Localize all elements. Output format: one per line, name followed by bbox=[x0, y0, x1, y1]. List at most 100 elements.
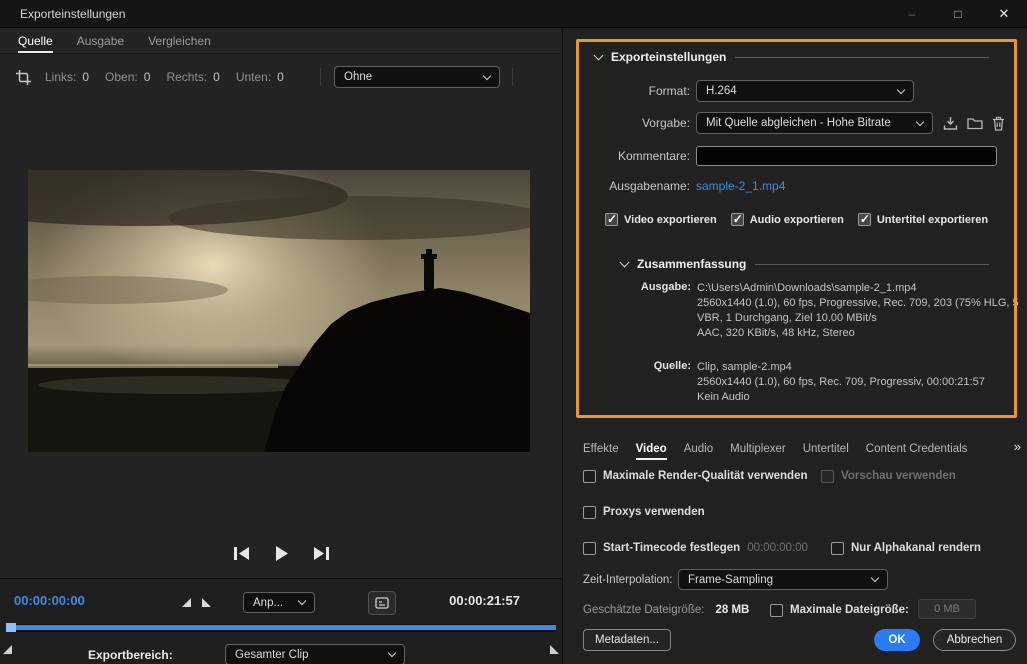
wrench-icon bbox=[375, 597, 389, 609]
max-render-quality-checkbox[interactable] bbox=[583, 469, 596, 483]
tab-ausgabe[interactable]: Ausgabe bbox=[77, 28, 124, 53]
summary-section-header[interactable]: Zusammenfassung bbox=[619, 257, 989, 271]
timeline-left-handle-icon[interactable] bbox=[3, 645, 12, 654]
comments-row: Kommentare: bbox=[563, 146, 1013, 166]
comments-input[interactable] bbox=[696, 146, 997, 166]
comments-label: Kommentare: bbox=[617, 149, 690, 163]
time-interpolation-dropdown[interactable]: Frame-Sampling bbox=[678, 569, 888, 590]
format-label: Format: bbox=[648, 84, 690, 98]
export-settings-section-header[interactable]: Exporteinstellungen bbox=[593, 50, 989, 64]
max-file-size-checkbox[interactable] bbox=[770, 603, 783, 617]
step-back-button[interactable] bbox=[232, 546, 251, 561]
summary-source-block: Quelle: Clip, sample-2.mp4 2560x1440 (1.… bbox=[563, 360, 1019, 405]
chevron-down-icon bbox=[896, 85, 906, 94]
checkbox-checked-icon bbox=[857, 212, 871, 226]
save-preset-icon[interactable] bbox=[943, 116, 958, 131]
export-video-checkbox[interactable]: Video exportieren bbox=[605, 212, 717, 226]
minimize-button[interactable]: – bbox=[889, 0, 935, 27]
tab-untertitel[interactable]: Untertitel bbox=[803, 437, 849, 461]
export-toggle-row: Video exportieren Audio exportieren Unte… bbox=[605, 212, 988, 226]
chevron-down-icon bbox=[619, 257, 630, 267]
window-title: Exporteinstellungen bbox=[20, 6, 126, 21]
transport-controls bbox=[0, 545, 562, 562]
max-file-size-group: Maximale Dateigröße: bbox=[770, 603, 909, 617]
summary-source-line: Kein Audio bbox=[697, 391, 750, 403]
import-preset-folder-icon[interactable] bbox=[967, 116, 983, 130]
tab-multiplexer[interactable]: Multiplexer bbox=[730, 437, 786, 461]
set-out-point-icon[interactable] bbox=[202, 598, 211, 607]
alpha-only-group: Nur Alphakanal rendern bbox=[831, 541, 981, 555]
output-name-row: Ausgabename: sample-2_1.mp4 bbox=[563, 179, 1013, 193]
file-size-row: Geschätzte Dateigröße: 28 MB Maximale Da… bbox=[583, 599, 1015, 619]
timeline-range-bar[interactable] bbox=[6, 625, 556, 630]
crop-bottom-field[interactable]: Unten: 0 bbox=[236, 70, 284, 84]
cancel-button[interactable]: Abbrechen bbox=[933, 629, 1016, 651]
time-interpolation-row: Zeit-Interpolation: Frame-Sampling bbox=[583, 569, 1015, 590]
format-row: Format: H.264 bbox=[563, 80, 1013, 102]
export-range-dropdown[interactable]: Gesamter Clip bbox=[225, 644, 405, 664]
preview-frame-image bbox=[28, 170, 530, 452]
use-proxies-checkbox[interactable] bbox=[583, 505, 596, 519]
summary-output-line: C:\Users\Admin\Downloads\sample-2_1.mp4 bbox=[697, 282, 917, 294]
preset-label: Vorgabe: bbox=[641, 116, 690, 130]
window-controls: – □ ✕ bbox=[889, 0, 1027, 27]
preset-dropdown[interactable]: Mit Quelle abgleichen - Hohe Bitrate bbox=[696, 112, 933, 134]
timeline-right-handle-icon[interactable] bbox=[550, 645, 559, 654]
start-timecode-row: Start-Timecode festlegen 00:00:00:00 Nur… bbox=[583, 540, 1015, 556]
footer-buttons-row: Metadaten... OK Abbrechen bbox=[583, 629, 1016, 653]
timeline-bar: 00:00:00:00 Anp... 00:00:21:57 Exportber… bbox=[0, 578, 562, 664]
maximize-button[interactable]: □ bbox=[935, 0, 981, 27]
divider bbox=[320, 68, 321, 86]
tab-effekte[interactable]: Effekte bbox=[583, 437, 619, 461]
time-interpolation-label: Zeit-Interpolation: bbox=[583, 574, 673, 586]
divider bbox=[512, 68, 513, 86]
crop-toolbar: Links: 0 Oben: 0 Rechts: 0 Unten: 0 Ohne bbox=[0, 60, 562, 94]
play-button[interactable] bbox=[273, 545, 290, 562]
tab-quelle[interactable]: Quelle bbox=[18, 28, 53, 53]
close-button[interactable]: ✕ bbox=[981, 0, 1027, 27]
chevron-down-icon bbox=[387, 648, 397, 658]
format-dropdown[interactable]: H.264 bbox=[696, 80, 914, 102]
titlebar: Exporteinstellungen – □ ✕ bbox=[0, 0, 1027, 28]
tab-audio[interactable]: Audio bbox=[684, 437, 713, 461]
crop-right-field[interactable]: Rechts: 0 bbox=[166, 70, 219, 84]
delete-preset-trash-icon[interactable] bbox=[992, 116, 1005, 131]
set-start-timecode-checkbox[interactable] bbox=[583, 541, 596, 555]
output-name-label: Ausgabename: bbox=[609, 179, 690, 193]
export-captions-checkbox[interactable]: Untertitel exportieren bbox=[857, 212, 988, 226]
crop-left-field[interactable]: Links: 0 bbox=[45, 70, 89, 84]
tab-video[interactable]: Video bbox=[635, 437, 667, 461]
summary-source-label: Quelle: bbox=[653, 360, 691, 372]
summary-source-line: 2560x1440 (1.0), 60 fps, Rec. 709, Progr… bbox=[697, 376, 985, 388]
current-timecode[interactable]: 00:00:00:00 bbox=[14, 593, 85, 608]
crop-top-field[interactable]: Oben: 0 bbox=[105, 70, 150, 84]
render-alpha-only-checkbox[interactable] bbox=[831, 541, 844, 555]
source-panel: Quelle Ausgabe Vergleichen Links: 0 Oben… bbox=[0, 28, 562, 664]
zoom-level-dropdown[interactable]: Anp... bbox=[243, 592, 315, 613]
divider bbox=[755, 263, 989, 265]
tab-content-credentials[interactable]: Content Credentials bbox=[866, 437, 968, 461]
set-in-point-icon[interactable] bbox=[182, 598, 191, 607]
video-preview bbox=[28, 170, 530, 452]
ok-button[interactable]: OK bbox=[874, 629, 920, 651]
duration-timecode: 00:00:21:57 bbox=[449, 593, 520, 608]
playback-settings-button[interactable] bbox=[368, 591, 396, 615]
metadata-button[interactable]: Metadaten... bbox=[583, 629, 671, 651]
tab-vergleichen[interactable]: Vergleichen bbox=[148, 28, 211, 53]
crop-preset-dropdown[interactable]: Ohne bbox=[334, 66, 500, 88]
estimated-size-label: Geschätzte Dateigröße: bbox=[583, 604, 705, 616]
step-forward-button[interactable] bbox=[312, 546, 331, 561]
proxies-row: Proxys verwenden bbox=[583, 504, 1015, 520]
crop-icon[interactable] bbox=[16, 69, 31, 85]
summary-output-block: Ausgabe: C:\Users\Admin\Downloads\sample… bbox=[563, 281, 1019, 341]
max-file-size-input[interactable]: 0 MB bbox=[918, 599, 976, 619]
chevron-down-icon bbox=[482, 71, 492, 80]
export-audio-checkbox[interactable]: Audio exportieren bbox=[730, 212, 844, 226]
chevron-down-icon bbox=[870, 573, 880, 583]
estimated-size-value: 28 MB bbox=[715, 604, 750, 616]
start-timecode-value: 00:00:00:00 bbox=[747, 542, 808, 554]
output-name-link[interactable]: sample-2_1.mp4 bbox=[696, 179, 785, 193]
summary-output-line: AAC, 320 KBit/s, 48 kHz, Stereo bbox=[697, 327, 855, 339]
playhead-handle[interactable] bbox=[6, 623, 16, 632]
tabs-overflow-chevron-icon[interactable]: » bbox=[1014, 439, 1021, 454]
